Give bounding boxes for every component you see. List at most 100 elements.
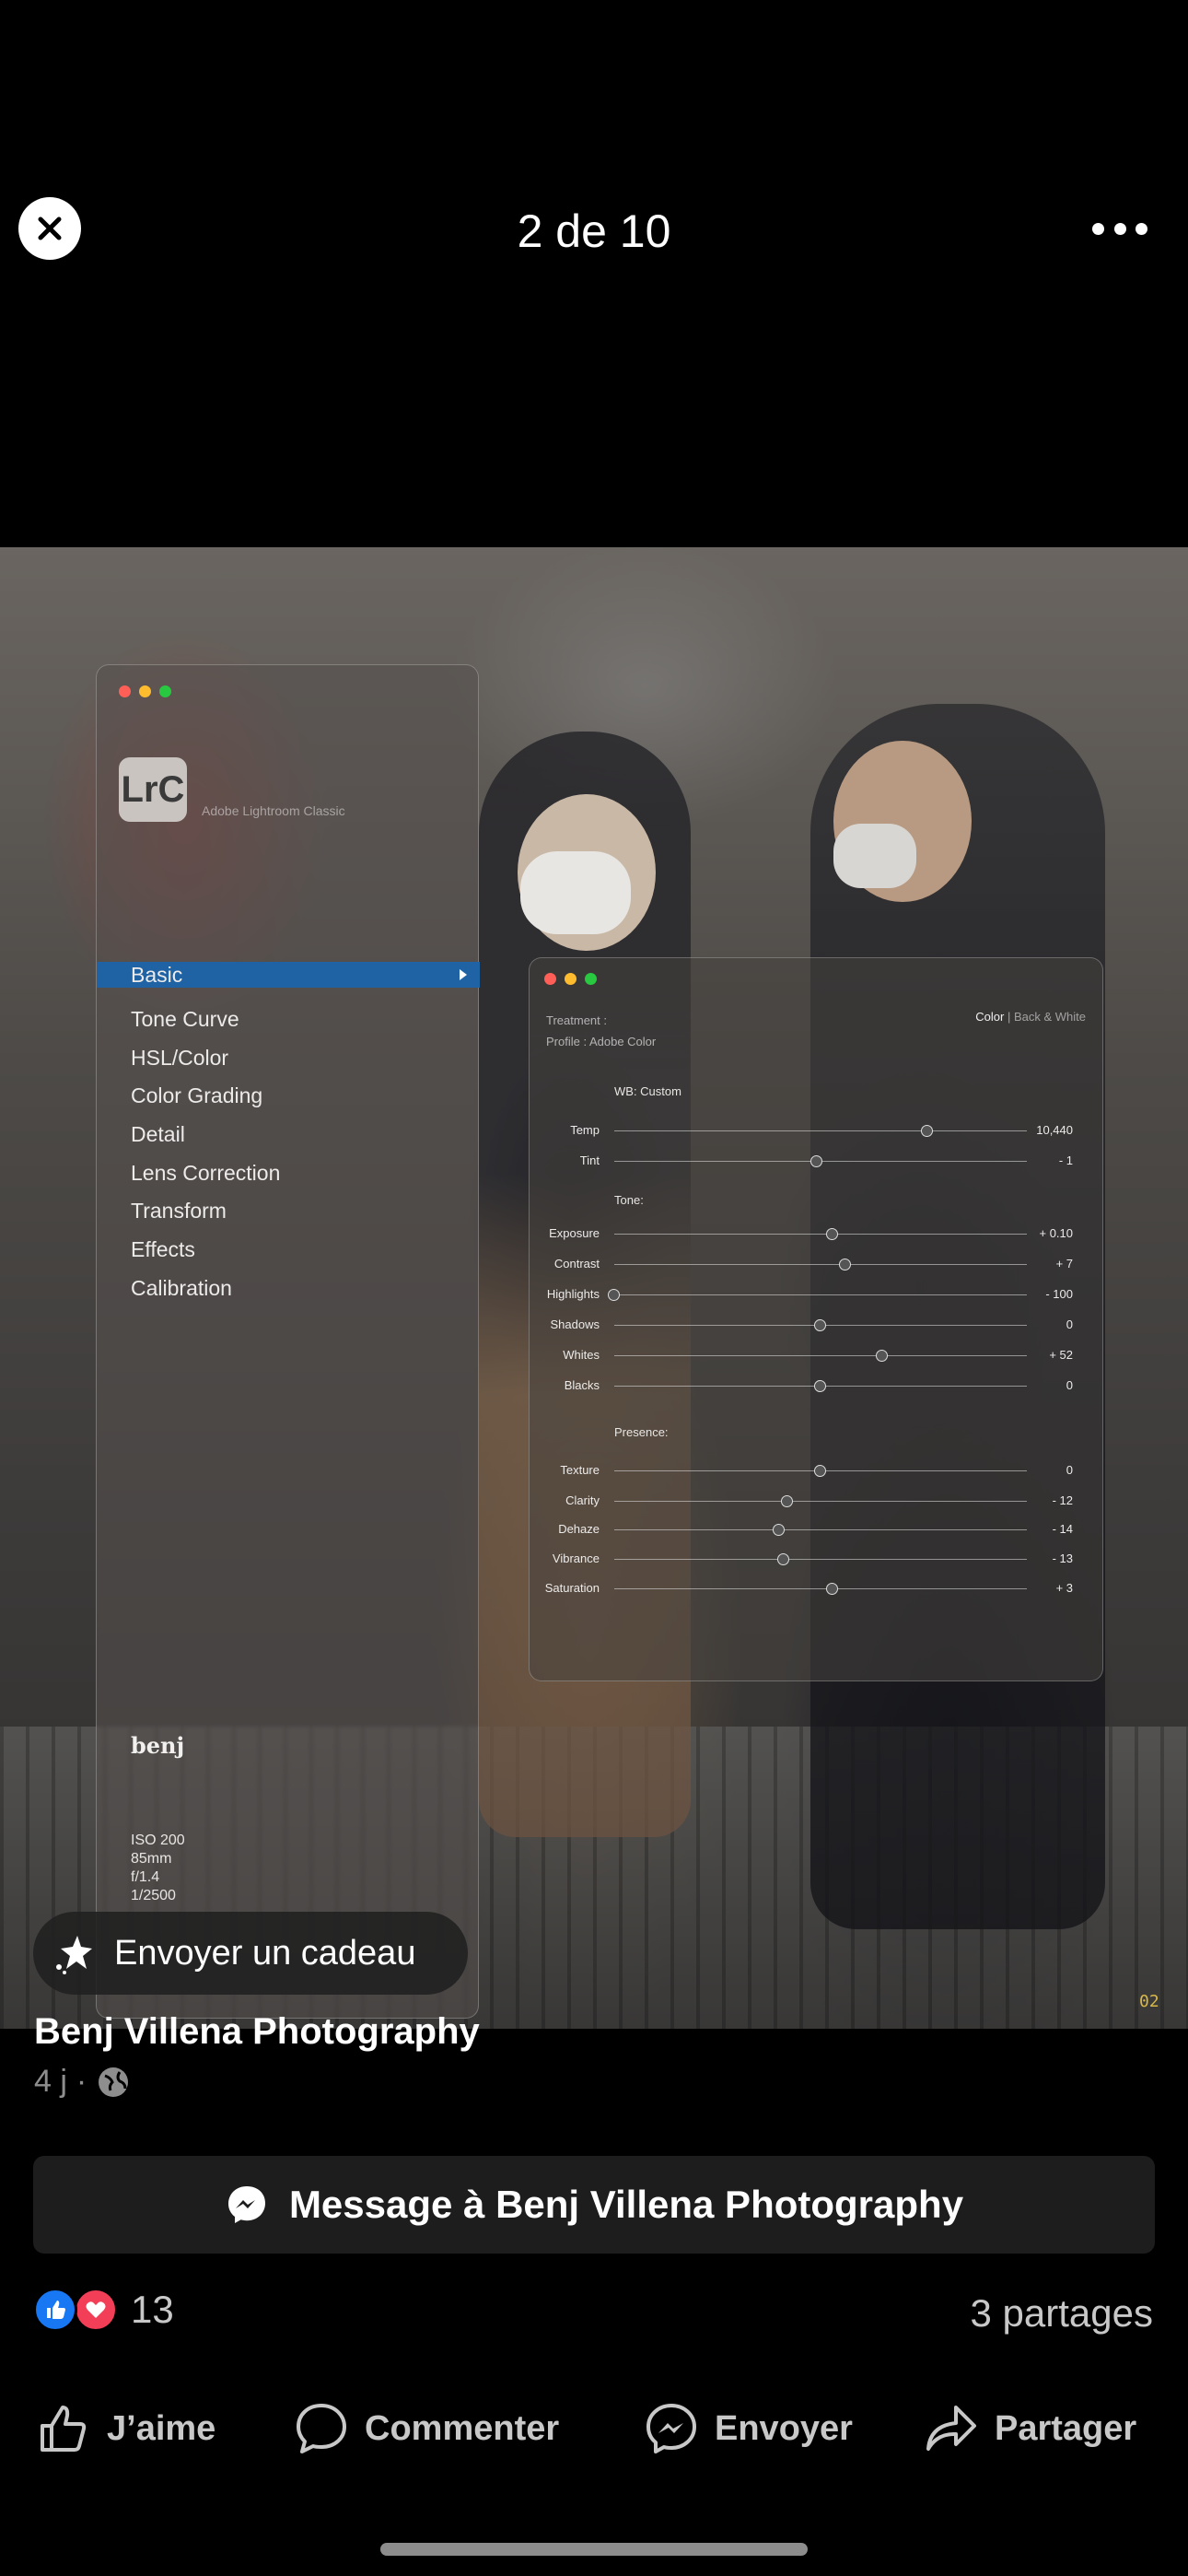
slider-label: Saturation (544, 1581, 600, 1595)
share-count[interactable]: 3 partages (971, 2291, 1153, 2336)
slider-knob (838, 1259, 851, 1270)
lrc-app-name: Adobe Lightroom Classic (202, 803, 345, 818)
slider-label: Contrast (553, 1257, 600, 1270)
more-options-button[interactable] (1092, 212, 1147, 245)
slider-value: - 12 (1052, 1493, 1073, 1507)
slider-track (614, 1130, 1027, 1131)
slider-label: Texture (560, 1463, 600, 1477)
like-button[interactable]: J’aime (35, 2392, 215, 2465)
post-action-bar: J’aime Commenter Envoyer Partager (0, 2392, 1188, 2465)
send-gift-button[interactable]: Envoyer un cadeau (33, 1912, 468, 1995)
close-dot-icon (119, 685, 131, 697)
send-button[interactable]: Envoyer (643, 2392, 853, 2465)
slider-track (614, 1294, 1027, 1295)
like-reaction-icon (33, 2288, 77, 2332)
slider-row-blacks: Blacks 0 (530, 1376, 1104, 1395)
slider-label: Blacks (564, 1378, 600, 1392)
slider-value: + 0.10 (1039, 1226, 1073, 1240)
slider-row-contrast: Contrast + 7 (530, 1255, 1104, 1273)
photo[interactable]: LrC Adobe Lightroom Classic Basic Tone C… (0, 547, 1188, 2029)
message-page-button[interactable]: Message à Benj Villena Photography (33, 2156, 1155, 2254)
lrc-menu-item: Transform (131, 1199, 227, 1224)
reaction-count: 13 (131, 2288, 174, 2331)
slider-knob (814, 1380, 826, 1392)
slider-track (614, 1529, 1027, 1530)
post-author[interactable]: Benj Villena Photography (34, 2011, 480, 2053)
wb-section-title: WB: Custom (614, 1084, 681, 1098)
slider-knob (773, 1524, 786, 1536)
maximize-dot-icon (159, 685, 171, 697)
slider-track (614, 1588, 1027, 1589)
slider-row-clarity: Clarity - 12 (530, 1492, 1104, 1510)
slider-label: Shadows (550, 1317, 600, 1331)
lrc-menu-item: Calibration (131, 1275, 232, 1300)
slider-value: - 13 (1052, 1551, 1073, 1565)
slider-value: - 100 (1045, 1287, 1073, 1301)
slider-value: - 1 (1058, 1153, 1073, 1167)
lrc-menu-item: HSL/Color (131, 1045, 229, 1070)
slider-value: + 52 (1049, 1348, 1073, 1362)
exif-info: ISO 200 85mm f/1.4 1/2500 (131, 1832, 185, 1903)
slider-label: Clarity (565, 1493, 600, 1507)
home-indicator[interactable] (380, 2543, 808, 2556)
lrc-menu-item: Color Grading (131, 1083, 263, 1108)
share-icon (926, 2406, 976, 2451)
slider-row-texture: Texture 0 (530, 1461, 1104, 1480)
slider-knob (776, 1553, 789, 1565)
treatment-profile: Treatment : Profile : Adobe Color (546, 1013, 657, 1048)
comment-icon (297, 2404, 346, 2453)
slider-knob (814, 1319, 826, 1331)
comment-button[interactable]: Commenter (293, 2392, 559, 2465)
post-age[interactable]: 4 j (34, 2064, 67, 2100)
share-button[interactable]: Partager (923, 2392, 1136, 2465)
slider-row-whites: Whites + 52 (530, 1346, 1104, 1364)
minimize-dot-icon (139, 685, 151, 697)
lrc-menu-item: Effects (131, 1237, 195, 1262)
more-horizontal-icon (1092, 222, 1104, 235)
messenger-icon (227, 2186, 265, 2223)
slider-knob (876, 1350, 889, 1362)
minimize-dot-icon (565, 973, 577, 985)
slider-label: Exposure (549, 1226, 600, 1240)
slider-row-saturation: Saturation + 3 (530, 1579, 1104, 1598)
viewer-header: 2 de 10 (0, 0, 1188, 547)
slider-value: + 7 (1055, 1257, 1073, 1270)
slider-value: 0 (1066, 1317, 1073, 1331)
slider-row-temp: Temp 10,440 (530, 1121, 1104, 1140)
slider-row-shadows: Shadows 0 (530, 1316, 1104, 1334)
lrc-logo: LrC (119, 757, 187, 822)
slider-row-dehaze: Dehaze - 14 (530, 1520, 1104, 1539)
window-controls (544, 973, 597, 985)
slider-value: 0 (1066, 1463, 1073, 1477)
presence-section-title: Presence: (614, 1425, 669, 1439)
reaction-summary[interactable]: 13 (33, 2288, 174, 2332)
photo-page-number: 02 (1139, 1992, 1159, 2011)
thumbs-up-icon (41, 2406, 87, 2452)
maximize-dot-icon (585, 973, 597, 985)
post-meta: 4 j · (34, 2064, 131, 2100)
slider-knob (608, 1289, 620, 1301)
slider-track (614, 1559, 1027, 1560)
slider-track (614, 1234, 1027, 1235)
slider-label: Vibrance (552, 1551, 600, 1565)
lrc-menu-item: Tone Curve (131, 1007, 239, 1031)
slider-track (614, 1501, 1027, 1502)
slider-row-tint: Tint - 1 (530, 1152, 1104, 1170)
slider-label: Highlights (546, 1287, 600, 1301)
slider-knob (814, 1465, 826, 1477)
slider-row-highlights: Highlights - 100 (530, 1285, 1104, 1304)
gift-sparkle-icon (56, 1936, 92, 1974)
slider-row-exposure: Exposure + 0.10 (530, 1224, 1104, 1243)
slider-value: + 3 (1055, 1581, 1073, 1595)
love-reaction-icon (74, 2288, 118, 2332)
photo-counter: 2 de 10 (517, 205, 671, 257)
slider-label: Tint (579, 1153, 600, 1167)
slider-knob (781, 1495, 794, 1507)
slider-track (614, 1355, 1027, 1356)
photographer-brand: benj (131, 1732, 185, 1759)
meta-separator: · (76, 2064, 87, 2099)
slider-label: Temp (570, 1123, 600, 1137)
slider-knob (826, 1228, 839, 1240)
close-dot-icon (544, 973, 556, 985)
slider-value: 0 (1066, 1378, 1073, 1392)
